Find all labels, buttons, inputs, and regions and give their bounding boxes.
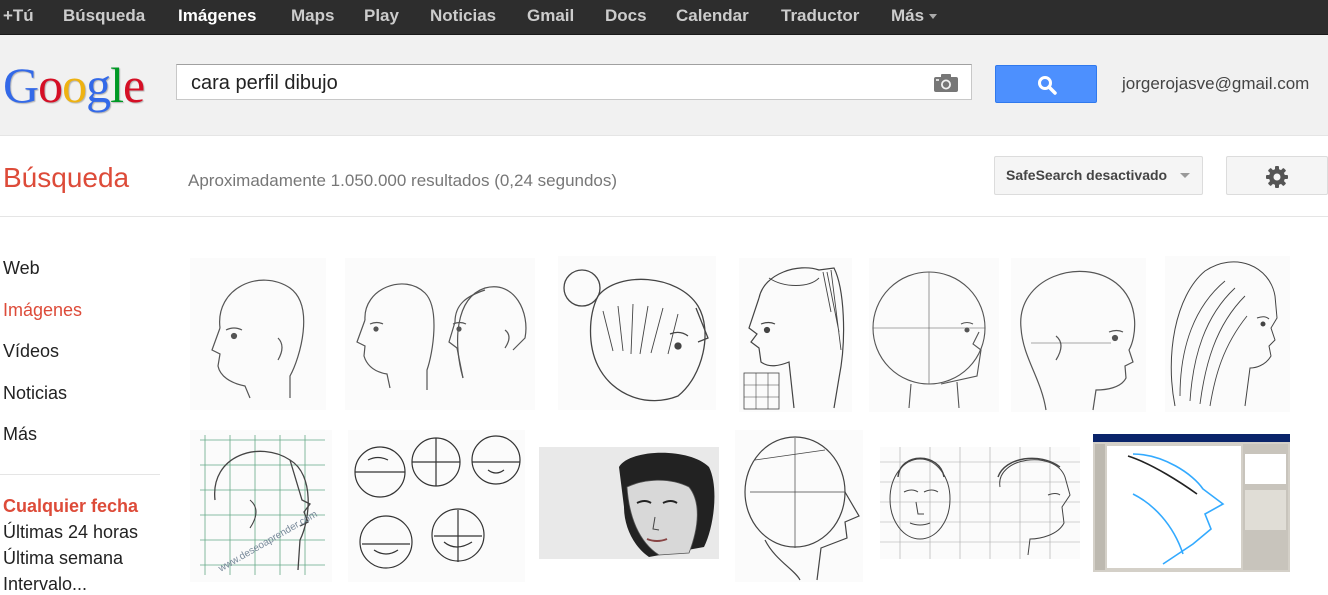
image-result[interactable] [880,447,1080,559]
topnav-item-maps[interactable]: Maps [291,0,334,31]
filter-any-time[interactable]: Cualquier fecha [3,496,138,517]
filter-last-24-hours[interactable]: Últimas 24 horas [3,522,138,543]
image-result[interactable] [345,258,535,410]
search-input[interactable]: cara perfil dibujo [176,64,972,100]
gear-icon [1266,166,1288,188]
topnav-mas-label: Más [891,6,925,25]
page-title: Búsqueda [3,162,130,193]
search-icon [1038,76,1057,95]
topnav-item-noticias[interactable]: Noticias [430,0,496,31]
sidebar-item-imagenes[interactable]: Imágenes [3,300,82,321]
safesearch-dropdown[interactable]: SafeSearch desactivado [994,156,1203,195]
sidebar-divider [0,474,160,475]
image-result[interactable] [558,256,716,410]
search-query-text: cara perfil dibujo [191,72,338,94]
topnav-item-calendar[interactable]: Calendar [676,0,749,31]
topnav-item-traductor[interactable]: Traductor [781,0,859,31]
search-button[interactable] [995,65,1097,103]
topnav-item-busqueda[interactable]: Búsqueda [63,0,145,31]
image-result[interactable] [739,258,852,412]
topnav-item-play[interactable]: Play [364,0,399,31]
google-logo[interactable]: Google [3,57,145,113]
image-result[interactable] [1093,434,1290,572]
results-toolbar: Búsqueda Aproximadamente 1.050.000 resul… [0,136,1328,217]
image-result[interactable] [348,430,525,582]
filter-custom-range[interactable]: Intervalo... [3,574,87,595]
result-stats: Aproximadamente 1.050.000 resultados (0,… [188,171,618,190]
sidebar-item-videos[interactable]: Vídeos [3,341,59,362]
top-navigation-bar: +Tú Búsqueda Imágenes Maps Play Noticias… [0,0,1328,35]
image-result[interactable]: www.deseoaprender.com [190,430,332,582]
topnav-item-plus-tu[interactable]: +Tú [3,0,34,31]
user-email[interactable]: jorgerojasve@gmail.com [1122,74,1309,94]
safesearch-label: SafeSearch desactivado [1006,167,1168,183]
topnav-item-mas[interactable]: Más [891,0,938,31]
image-result[interactable] [190,258,326,410]
camera-icon[interactable] [933,73,959,98]
sidebar-item-web[interactable]: Web [3,258,40,279]
settings-button[interactable] [1226,156,1328,195]
sidebar-item-noticias[interactable]: Noticias [3,383,67,404]
image-result[interactable] [1011,258,1146,412]
chevron-down-icon [929,14,938,20]
image-result[interactable] [1165,256,1290,412]
image-result[interactable] [869,258,999,412]
topnav-item-gmail[interactable]: Gmail [527,0,574,31]
image-result[interactable] [539,447,719,559]
image-result[interactable] [735,430,863,582]
search-header: Google cara perfil dibujo jorgerojasve@g… [0,35,1328,136]
sidebar-item-mas[interactable]: Más [3,424,37,445]
topnav-item-imagenes[interactable]: Imágenes [178,0,256,31]
topnav-item-docs[interactable]: Docs [605,0,647,31]
filter-last-week[interactable]: Última semana [3,548,123,569]
chevron-down-icon [1180,173,1190,178]
